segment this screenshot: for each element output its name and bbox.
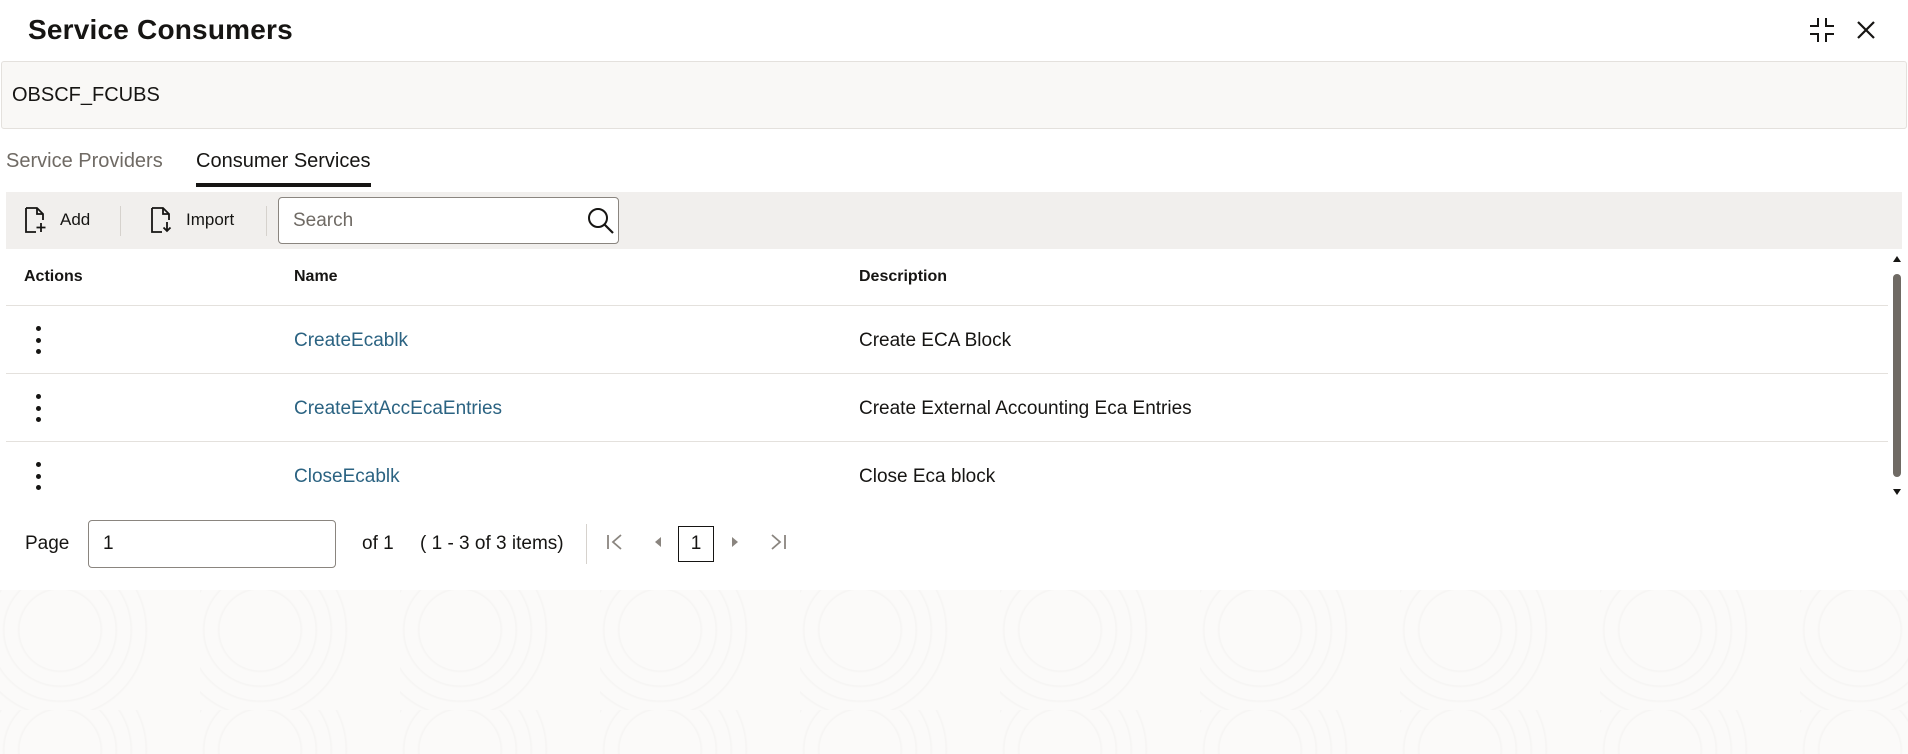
pagination: Page of 1 ( 1 - 3 of 3 items) 1 — [0, 518, 1908, 568]
last-page-icon[interactable] — [768, 532, 788, 552]
context-value: OBSCF_FCUBS — [12, 84, 160, 106]
previous-page-icon[interactable] — [651, 532, 665, 552]
scroll-up-arrow-icon[interactable] — [1893, 256, 1901, 262]
dialog-header: Service Consumers — [0, 0, 1908, 60]
row-name-link[interactable]: CloseEcablk — [294, 466, 400, 488]
page-label: Page — [25, 533, 70, 554]
search-icon[interactable] — [586, 206, 616, 241]
import-button[interactable]: Import — [148, 202, 234, 238]
row-description: Create External Accounting Eca Entries — [859, 398, 1192, 419]
service-consumers-dialog: Service Consumers OBSCF_FCUBS Service Pr… — [0, 0, 1908, 754]
items-range: ( 1 - 3 of 3 items) — [420, 533, 564, 554]
first-page-icon[interactable] — [605, 532, 625, 552]
row-actions-menu-icon[interactable] — [32, 462, 44, 490]
table-row: CreateExtAccEcaEntries Create External A… — [6, 374, 1888, 442]
add-label: Add — [60, 210, 91, 229]
scroll-down-arrow-icon[interactable] — [1893, 489, 1901, 495]
current-page-button[interactable]: 1 — [678, 526, 714, 562]
compress-icon — [1810, 18, 1834, 42]
search-input[interactable] — [279, 198, 579, 243]
row-name-link[interactable]: CreateEcablk — [294, 330, 408, 352]
close-icon — [1857, 21, 1875, 39]
column-header-actions[interactable]: Actions — [24, 268, 83, 286]
next-page-icon[interactable] — [728, 532, 742, 552]
page-total: of 1 — [362, 533, 394, 554]
search-box — [278, 197, 619, 244]
table-row: CloseEcablk Close Eca block — [6, 442, 1888, 510]
row-description: Create ECA Block — [859, 330, 1012, 351]
import-file-icon — [148, 206, 174, 234]
context-band: OBSCF_FCUBS — [1, 61, 1907, 129]
row-name-link[interactable]: CreateExtAccEcaEntries — [294, 398, 502, 420]
compress-button[interactable] — [1806, 14, 1838, 46]
toolbar-divider — [266, 206, 267, 236]
background-pattern — [0, 590, 1908, 754]
import-label: Import — [186, 210, 235, 229]
table-row: CreateEcablk Create ECA Block — [6, 306, 1888, 374]
add-button[interactable]: Add — [22, 202, 90, 238]
toolbar-divider — [120, 206, 121, 236]
scroll-thumb[interactable] — [1893, 274, 1901, 477]
row-actions-menu-icon[interactable] — [32, 394, 44, 422]
table-header: Actions Name Description — [6, 250, 1888, 306]
tab-service-providers[interactable]: Service Providers — [6, 150, 163, 187]
table-scrollbar[interactable] — [1890, 254, 1904, 497]
tab-bar: Service Providers Consumer Services — [0, 142, 1908, 192]
pagination-divider — [586, 524, 587, 564]
consumer-services-table: Actions Name Description CreateEcablk Cr… — [6, 250, 1888, 510]
dialog-title: Service Consumers — [28, 14, 293, 45]
close-button[interactable] — [1850, 14, 1882, 46]
add-file-icon — [22, 206, 48, 234]
toolbar: Add Import — [6, 192, 1902, 249]
row-actions-menu-icon[interactable] — [32, 326, 44, 354]
row-description: Close Eca block — [859, 466, 996, 487]
page-number-input[interactable] — [88, 520, 336, 568]
column-header-name[interactable]: Name — [294, 268, 338, 286]
column-header-description[interactable]: Description — [859, 268, 947, 286]
tab-consumer-services[interactable]: Consumer Services — [196, 150, 371, 187]
